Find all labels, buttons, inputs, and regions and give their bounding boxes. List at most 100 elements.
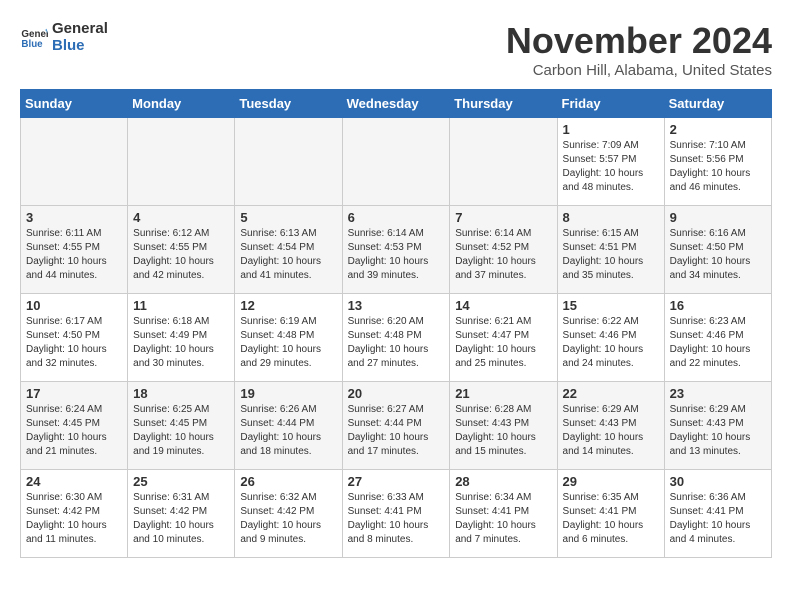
calendar-cell: 21 Sunrise: 6:28 AM Sunset: 4:43 PM Dayli… xyxy=(450,382,557,470)
day-info: Sunrise: 6:20 AM Sunset: 4:48 PM Dayligh… xyxy=(348,315,445,371)
day-number: 13 xyxy=(348,298,445,313)
calendar-cell: 14 Sunrise: 6:21 AM Sunset: 4:47 PM Dayli… xyxy=(450,294,557,382)
day-number: 26 xyxy=(240,474,336,489)
logo-line2: Blue xyxy=(52,37,108,54)
calendar-cell: 29 Sunrise: 6:35 AM Sunset: 4:41 PM Dayli… xyxy=(557,470,664,558)
calendar-cell: 10Sunrise: 6:17 AM Sunset: 4:50 PM Dayli… xyxy=(21,294,128,382)
calendar-cell: 15Sunrise: 6:22 AM Sunset: 4:46 PM Dayli… xyxy=(557,294,664,382)
calendar-cell: 26 Sunrise: 6:32 AM Sunset: 4:42 PM Dayli… xyxy=(235,470,342,558)
calendar-cell xyxy=(450,118,557,206)
day-info: Sunrise: 6:13 AM Sunset: 4:54 PM Dayligh… xyxy=(240,227,336,283)
day-info: Sunrise: 6:11 AM Sunset: 4:55 PM Dayligh… xyxy=(26,227,122,283)
calendar-cell: 4 Sunrise: 6:12 AM Sunset: 4:55 PM Daylig… xyxy=(128,206,235,294)
calendar-cell xyxy=(342,118,450,206)
weekday-header-tuesday: Tuesday xyxy=(235,90,342,118)
day-info: Sunrise: 7:10 AM Sunset: 5:56 PM Dayligh… xyxy=(670,139,766,195)
calendar-cell: 5 Sunrise: 6:13 AM Sunset: 4:54 PM Daylig… xyxy=(235,206,342,294)
calendar-cell: 27Sunrise: 6:33 AM Sunset: 4:41 PM Dayli… xyxy=(342,470,450,558)
title-block: November 2024 Carbon Hill, Alabama, Unit… xyxy=(506,20,772,79)
day-number: 24 xyxy=(26,474,122,489)
day-number: 2 xyxy=(670,122,766,137)
day-info: Sunrise: 6:21 AM Sunset: 4:47 PM Dayligh… xyxy=(455,315,551,371)
logo-line1: General xyxy=(52,20,108,37)
day-number: 5 xyxy=(240,210,336,225)
calendar-cell xyxy=(235,118,342,206)
day-info: Sunrise: 6:35 AM Sunset: 4:41 PM Dayligh… xyxy=(563,491,659,547)
calendar-cell: 28 Sunrise: 6:34 AM Sunset: 4:41 PM Dayli… xyxy=(450,470,557,558)
day-number: 16 xyxy=(670,298,766,313)
week-row-1: 1Sunrise: 7:09 AM Sunset: 5:57 PM Daylig… xyxy=(21,118,772,206)
day-number: 29 xyxy=(563,474,659,489)
location: Carbon Hill, Alabama, United States xyxy=(506,62,772,79)
day-info: Sunrise: 6:17 AM Sunset: 4:50 PM Dayligh… xyxy=(26,315,122,371)
day-number: 6 xyxy=(348,210,445,225)
day-number: 28 xyxy=(455,474,551,489)
calendar-cell: 8Sunrise: 6:15 AM Sunset: 4:51 PM Daylig… xyxy=(557,206,664,294)
calendar-cell: 19 Sunrise: 6:26 AM Sunset: 4:44 PM Dayli… xyxy=(235,382,342,470)
day-info: Sunrise: 6:12 AM Sunset: 4:55 PM Dayligh… xyxy=(133,227,229,283)
day-number: 17 xyxy=(26,386,122,401)
calendar-table: SundayMondayTuesdayWednesdayThursdayFrid… xyxy=(20,89,772,558)
day-number: 18 xyxy=(133,386,229,401)
calendar-cell: 18 Sunrise: 6:25 AM Sunset: 4:45 PM Dayli… xyxy=(128,382,235,470)
day-info: Sunrise: 6:34 AM Sunset: 4:41 PM Dayligh… xyxy=(455,491,551,547)
calendar-cell: 3 Sunrise: 6:11 AM Sunset: 4:55 PM Daylig… xyxy=(21,206,128,294)
calendar-cell: 17 Sunrise: 6:24 AM Sunset: 4:45 PM Dayli… xyxy=(21,382,128,470)
week-row-3: 10Sunrise: 6:17 AM Sunset: 4:50 PM Dayli… xyxy=(21,294,772,382)
calendar-cell: 13 Sunrise: 6:20 AM Sunset: 4:48 PM Dayli… xyxy=(342,294,450,382)
day-info: Sunrise: 6:28 AM Sunset: 4:43 PM Dayligh… xyxy=(455,403,551,459)
calendar-cell xyxy=(21,118,128,206)
day-number: 12 xyxy=(240,298,336,313)
day-info: Sunrise: 6:16 AM Sunset: 4:50 PM Dayligh… xyxy=(670,227,766,283)
day-number: 22 xyxy=(563,386,659,401)
svg-text:Blue: Blue xyxy=(21,39,43,50)
day-info: Sunrise: 6:26 AM Sunset: 4:44 PM Dayligh… xyxy=(240,403,336,459)
day-number: 1 xyxy=(563,122,659,137)
day-info: Sunrise: 6:18 AM Sunset: 4:49 PM Dayligh… xyxy=(133,315,229,371)
day-info: Sunrise: 6:29 AM Sunset: 4:43 PM Dayligh… xyxy=(670,403,766,459)
day-number: 21 xyxy=(455,386,551,401)
calendar-cell: 11Sunrise: 6:18 AM Sunset: 4:49 PM Dayli… xyxy=(128,294,235,382)
day-number: 4 xyxy=(133,210,229,225)
day-info: Sunrise: 6:25 AM Sunset: 4:45 PM Dayligh… xyxy=(133,403,229,459)
day-number: 20 xyxy=(348,386,445,401)
weekday-header-row: SundayMondayTuesdayWednesdayThursdayFrid… xyxy=(21,90,772,118)
calendar-cell: 7 Sunrise: 6:14 AM Sunset: 4:52 PM Daylig… xyxy=(450,206,557,294)
month-title: November 2024 xyxy=(506,20,772,62)
day-number: 9 xyxy=(670,210,766,225)
day-number: 7 xyxy=(455,210,551,225)
day-info: Sunrise: 6:31 AM Sunset: 4:42 PM Dayligh… xyxy=(133,491,229,547)
day-number: 25 xyxy=(133,474,229,489)
calendar-cell: 30Sunrise: 6:36 AM Sunset: 4:41 PM Dayli… xyxy=(664,470,771,558)
day-number: 15 xyxy=(563,298,659,313)
calendar-cell: 16Sunrise: 6:23 AM Sunset: 4:46 PM Dayli… xyxy=(664,294,771,382)
logo: General Blue General Blue xyxy=(20,20,108,54)
day-number: 23 xyxy=(670,386,766,401)
weekday-header-sunday: Sunday xyxy=(21,90,128,118)
calendar-cell: 23 Sunrise: 6:29 AM Sunset: 4:43 PM Dayli… xyxy=(664,382,771,470)
day-info: Sunrise: 6:32 AM Sunset: 4:42 PM Dayligh… xyxy=(240,491,336,547)
calendar-cell: 25 Sunrise: 6:31 AM Sunset: 4:42 PM Dayli… xyxy=(128,470,235,558)
calendar-cell: 9 Sunrise: 6:16 AM Sunset: 4:50 PM Daylig… xyxy=(664,206,771,294)
day-info: Sunrise: 6:14 AM Sunset: 4:52 PM Dayligh… xyxy=(455,227,551,283)
week-row-5: 24 Sunrise: 6:30 AM Sunset: 4:42 PM Dayli… xyxy=(21,470,772,558)
day-number: 27 xyxy=(348,474,445,489)
calendar-cell: 22Sunrise: 6:29 AM Sunset: 4:43 PM Dayli… xyxy=(557,382,664,470)
calendar-cell: 2 Sunrise: 7:10 AM Sunset: 5:56 PM Daylig… xyxy=(664,118,771,206)
day-info: Sunrise: 6:30 AM Sunset: 4:42 PM Dayligh… xyxy=(26,491,122,547)
day-info: Sunrise: 6:27 AM Sunset: 4:44 PM Dayligh… xyxy=(348,403,445,459)
day-number: 14 xyxy=(455,298,551,313)
day-info: Sunrise: 6:24 AM Sunset: 4:45 PM Dayligh… xyxy=(26,403,122,459)
weekday-header-thursday: Thursday xyxy=(450,90,557,118)
weekday-header-monday: Monday xyxy=(128,90,235,118)
calendar-cell: 24 Sunrise: 6:30 AM Sunset: 4:42 PM Dayli… xyxy=(21,470,128,558)
weekday-header-saturday: Saturday xyxy=(664,90,771,118)
day-number: 19 xyxy=(240,386,336,401)
day-info: Sunrise: 6:14 AM Sunset: 4:53 PM Dayligh… xyxy=(348,227,445,283)
calendar-cell: 20 Sunrise: 6:27 AM Sunset: 4:44 PM Dayli… xyxy=(342,382,450,470)
week-row-4: 17 Sunrise: 6:24 AM Sunset: 4:45 PM Dayli… xyxy=(21,382,772,470)
day-number: 3 xyxy=(26,210,122,225)
calendar-cell: 12Sunrise: 6:19 AM Sunset: 4:48 PM Dayli… xyxy=(235,294,342,382)
calendar-cell xyxy=(128,118,235,206)
day-info: Sunrise: 6:36 AM Sunset: 4:41 PM Dayligh… xyxy=(670,491,766,547)
